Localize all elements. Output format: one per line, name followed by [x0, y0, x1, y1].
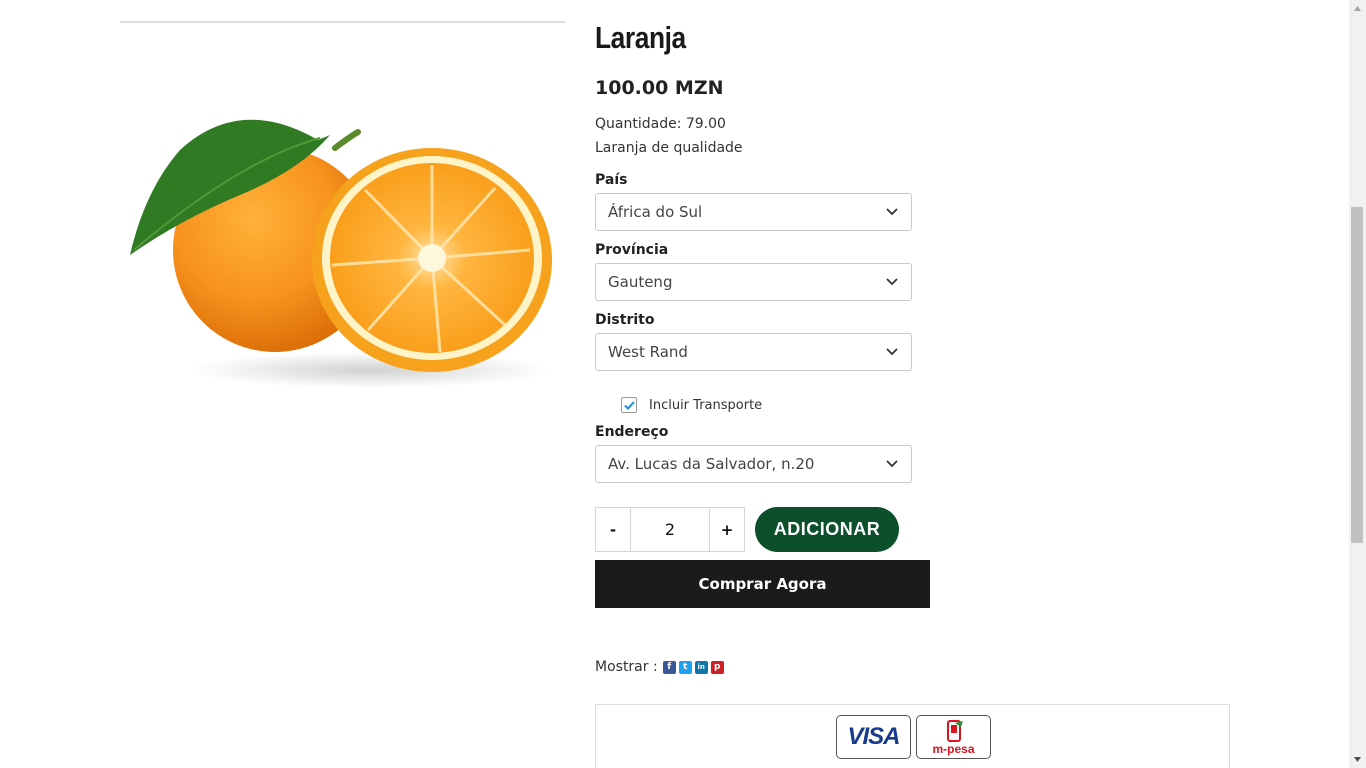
share-row: Mostrar : f t in p	[595, 659, 724, 675]
product-image	[130, 119, 552, 388]
chevron-down-icon	[885, 275, 899, 289]
vertical-scrollbar[interactable]	[1349, 0, 1366, 768]
divider	[120, 21, 565, 23]
country-select[interactable]: África do Sul	[595, 193, 912, 231]
scroll-up-icon[interactable]	[1349, 0, 1366, 17]
scrollbar-thumb[interactable]	[1351, 207, 1363, 543]
address-label: Endereço	[595, 424, 669, 440]
checkmark-icon	[623, 400, 635, 410]
country-label: País	[595, 172, 628, 188]
product-price: 100.00 MZN	[595, 77, 724, 99]
product-title: Laranja	[595, 20, 686, 55]
add-to-cart-button[interactable]: ADICIONAR	[755, 507, 899, 552]
twitter-icon[interactable]: t	[678, 660, 692, 674]
pinterest-icon[interactable]: p	[710, 660, 724, 674]
chevron-down-icon	[885, 457, 899, 471]
linkedin-icon[interactable]: in	[694, 660, 708, 674]
increase-quantity-button[interactable]: +	[709, 508, 744, 551]
quantity-input[interactable]: 2	[631, 508, 709, 551]
visa-logo-text: VISA	[847, 723, 900, 750]
district-label: Distrito	[595, 312, 655, 328]
province-select[interactable]: Gauteng	[595, 263, 912, 301]
payment-methods: VISA m-pesa	[595, 704, 1230, 768]
buy-now-button[interactable]: Comprar Agora	[595, 560, 930, 608]
phone-icon	[947, 720, 963, 742]
mpesa-logo: m-pesa	[916, 715, 991, 759]
province-label: Província	[595, 242, 669, 258]
chevron-down-icon	[885, 345, 899, 359]
decrease-quantity-button[interactable]: -	[596, 508, 631, 551]
facebook-icon[interactable]: f	[662, 660, 676, 674]
product-description: Laranja de qualidade	[595, 140, 743, 156]
country-select-value: África do Sul	[608, 203, 703, 221]
province-select-value: Gauteng	[608, 273, 673, 291]
address-select[interactable]: Av. Lucas da Salvador, n.20	[595, 445, 912, 483]
district-select-value: West Rand	[608, 343, 688, 361]
transport-checkbox-label: Incluir Transporte	[649, 397, 763, 413]
transport-checkbox[interactable]	[621, 397, 637, 413]
district-select[interactable]: West Rand	[595, 333, 912, 371]
visa-logo: VISA	[836, 715, 911, 759]
product-page: Laranja 100.00 MZN Quantidade: 79.00 Lar…	[0, 0, 1349, 768]
mpesa-logo-text: m-pesa	[932, 742, 975, 756]
transport-checkbox-row: Incluir Transporte	[621, 397, 762, 413]
share-label: Mostrar :	[595, 659, 658, 675]
stock-quantity: Quantidade: 79.00	[595, 116, 726, 132]
quantity-stepper: - 2 +	[595, 507, 745, 552]
address-select-value: Av. Lucas da Salvador, n.20	[608, 455, 815, 473]
chevron-down-icon	[885, 205, 899, 219]
scroll-down-icon[interactable]	[1349, 751, 1366, 768]
